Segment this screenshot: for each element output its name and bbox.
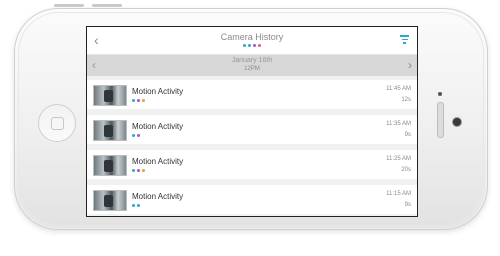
category-dot (137, 134, 140, 137)
activity-time: 11:45 AM (386, 86, 411, 92)
activity-dots (132, 204, 142, 207)
activity-dots (132, 134, 142, 137)
sensor-dot (438, 92, 442, 96)
category-dot (132, 169, 135, 172)
page-title: Camera History (220, 32, 284, 42)
speaker-grille (437, 102, 444, 138)
category-dot (132, 134, 135, 137)
activity-time: 11:35 AM (386, 121, 411, 127)
volume-button (54, 4, 84, 7)
activity-label: Motion Activity (132, 87, 184, 96)
activity-duration: 9s (404, 202, 411, 208)
app-header: ‹ Camera History (87, 27, 417, 55)
activity-dots (132, 169, 147, 172)
page-dot (248, 44, 251, 47)
list-item[interactable]: Motion Activity 11:25 AM 20s (87, 150, 417, 179)
activity-dots (132, 99, 147, 102)
date-label: January 16th (231, 57, 273, 64)
activity-time: 11:15 AM (386, 191, 411, 197)
chevron-right-icon[interactable]: › (408, 58, 412, 72)
volume-button (92, 4, 122, 7)
camera-thumbnail (93, 155, 127, 176)
camera-thumbnail (93, 120, 127, 141)
activity-duration: 20s (401, 167, 411, 173)
front-camera (452, 117, 462, 127)
page-dot (253, 44, 256, 47)
camera-thumbnail (93, 190, 127, 211)
activity-label: Motion Activity (132, 192, 184, 201)
page-dot (258, 44, 261, 47)
home-button-square-icon (51, 117, 64, 130)
category-dot (142, 99, 145, 102)
activity-label: Motion Activity (132, 157, 184, 166)
activity-label: Motion Activity (132, 122, 184, 131)
category-dot (142, 169, 145, 172)
list-item[interactable]: Motion Activity 11:45 AM 12s (87, 80, 417, 109)
activity-duration: 12s (401, 97, 411, 103)
page-indicator-dots (87, 44, 417, 47)
activity-list: Motion Activity 11:45 AM 12s Motion Acti… (87, 76, 417, 214)
activity-duration: 9s (404, 132, 411, 138)
category-dot (132, 99, 135, 102)
hour-label: 12PM (244, 66, 260, 72)
page-dot (243, 44, 246, 47)
category-dot (137, 99, 140, 102)
category-dot (137, 169, 140, 172)
date-navigator: ‹ January 16th 12PM › (87, 55, 417, 76)
filter-icon[interactable] (400, 35, 409, 44)
home-button[interactable] (38, 104, 76, 142)
category-dot (137, 204, 140, 207)
camera-thumbnail (93, 85, 127, 106)
list-item[interactable]: Motion Activity 11:15 AM 9s (87, 185, 417, 214)
category-dot (132, 204, 135, 207)
app-screen: ‹ Camera History ‹ January 16th 12PM › M… (86, 26, 418, 217)
list-item[interactable]: Motion Activity 11:35 AM 9s (87, 115, 417, 144)
activity-time: 11:25 AM (386, 156, 411, 162)
